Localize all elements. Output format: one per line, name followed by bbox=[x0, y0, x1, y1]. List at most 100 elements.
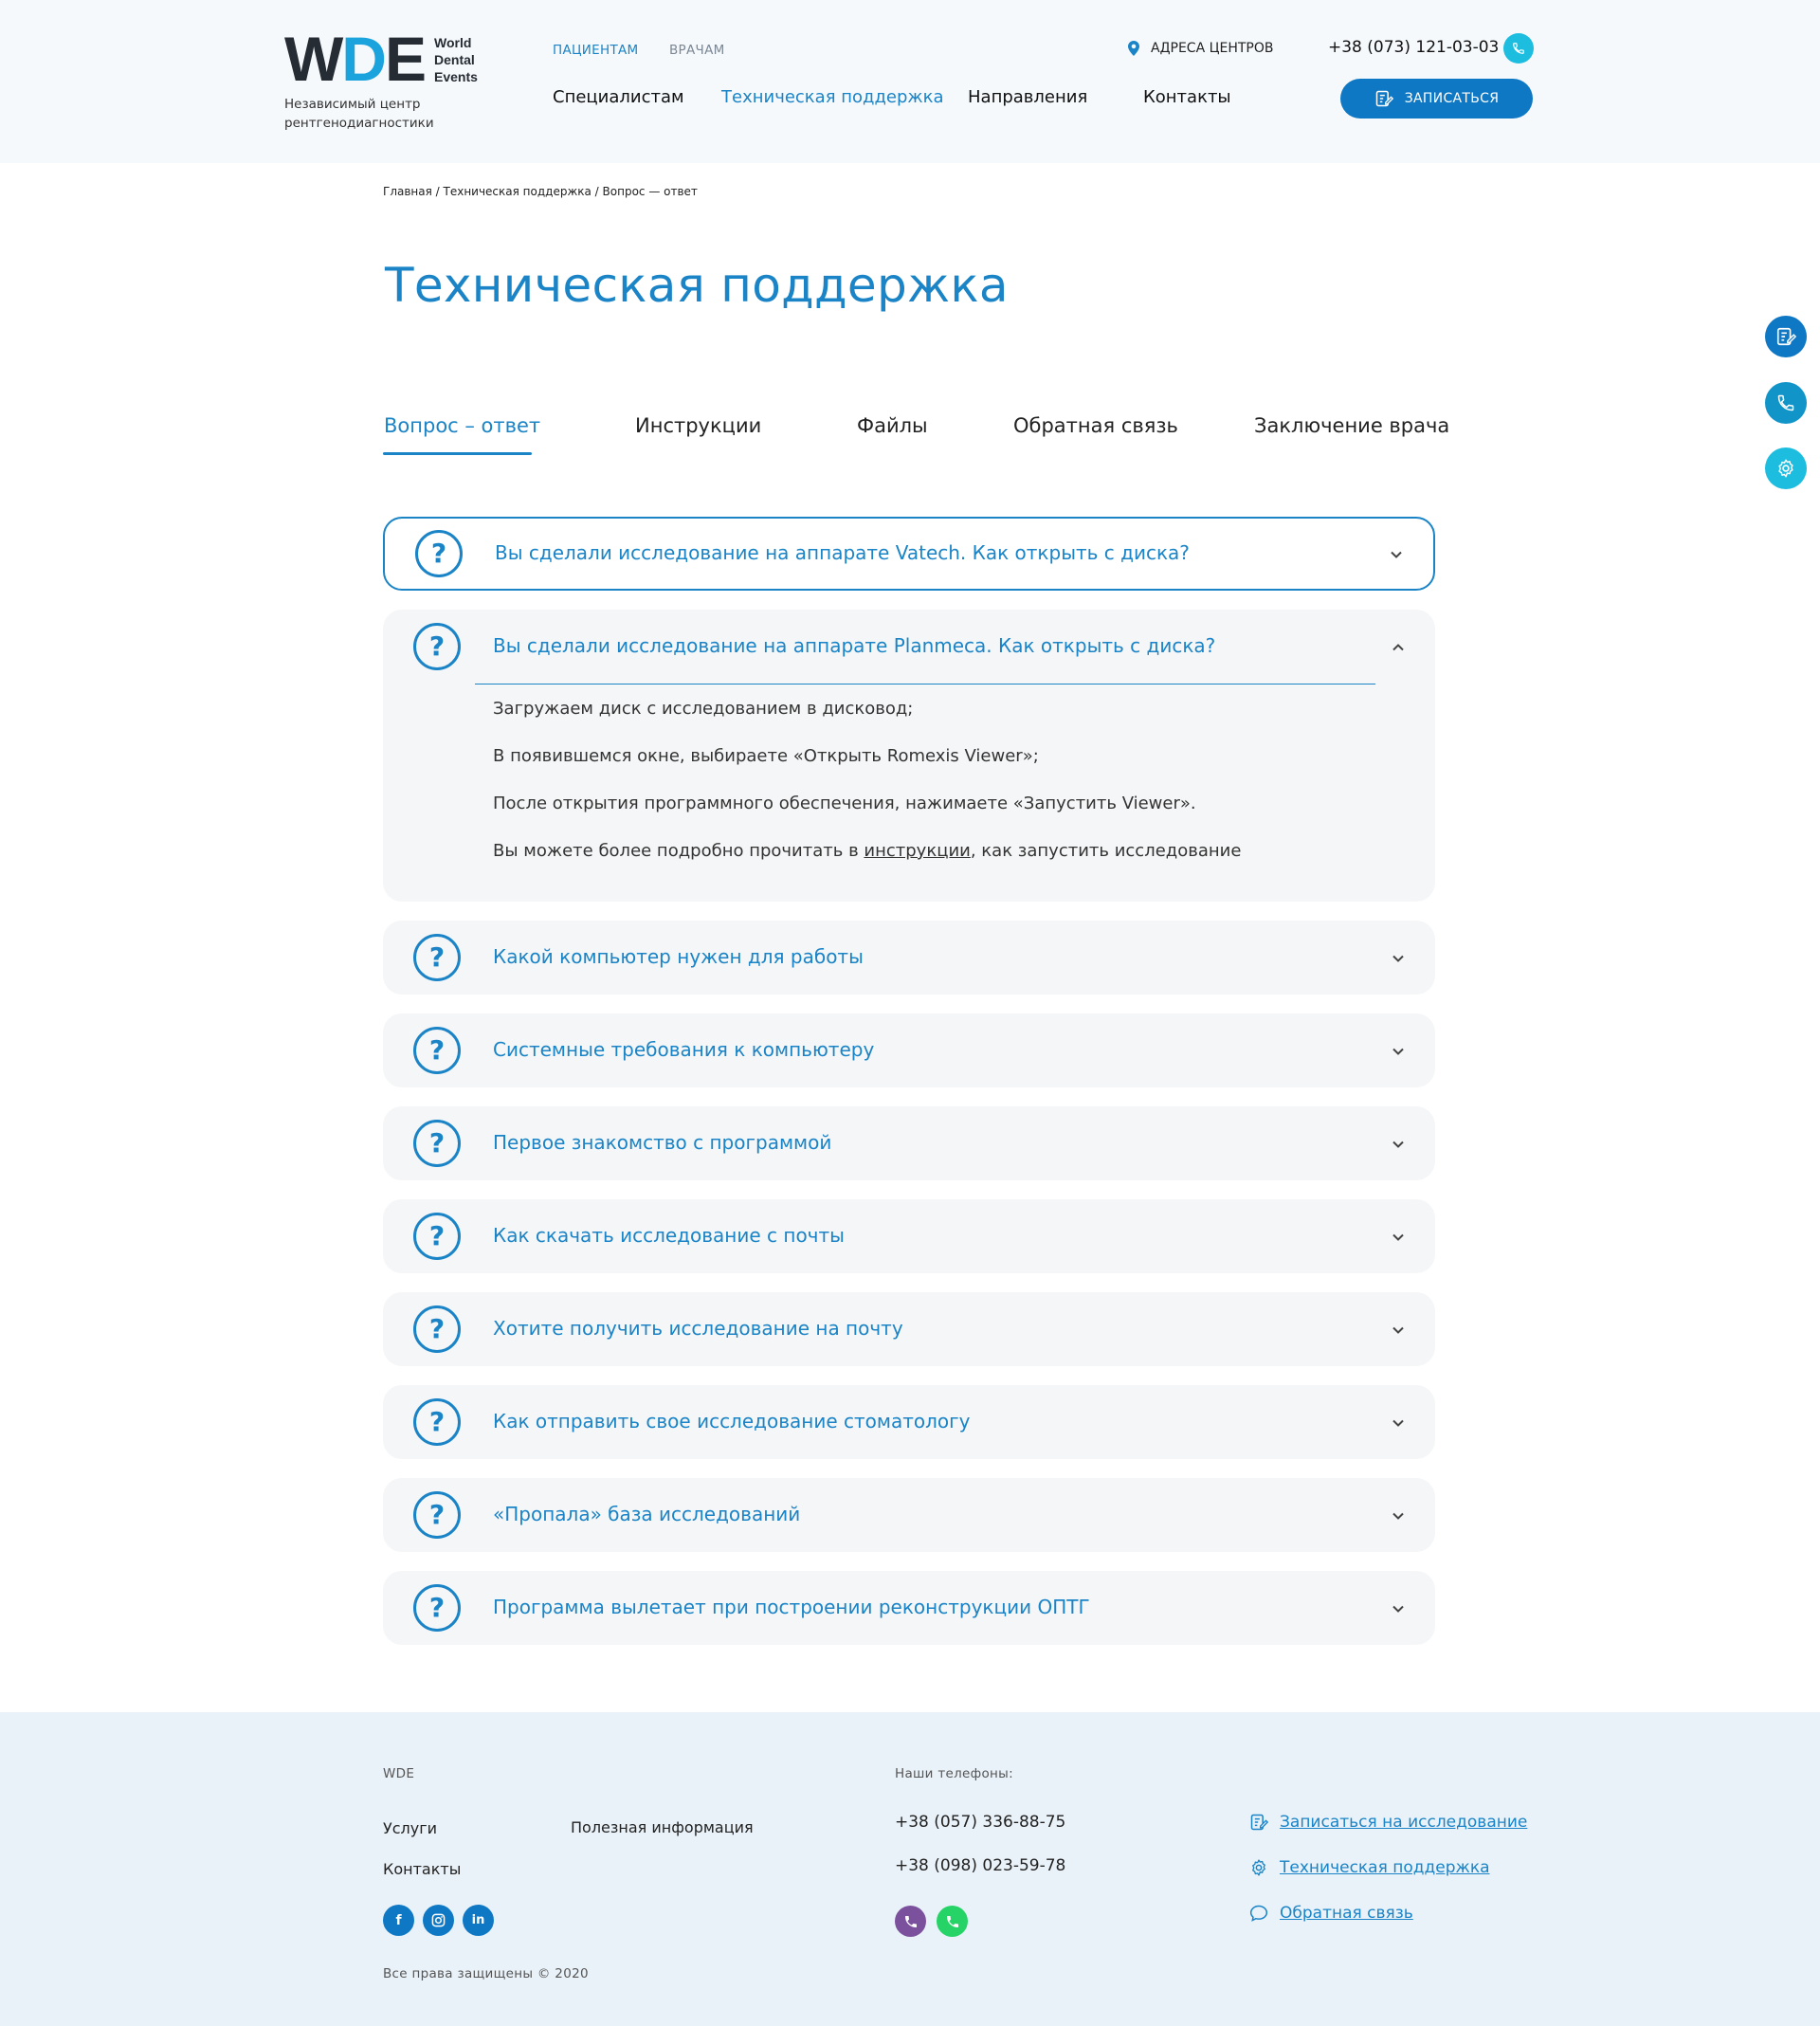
footer-link-services[interactable]: Услуги bbox=[383, 1819, 437, 1837]
instagram-glyph bbox=[431, 1913, 446, 1927]
faq-question[interactable]: Вы сделали исследование на аппарате Vate… bbox=[495, 541, 1190, 564]
phone-icon bbox=[1777, 394, 1794, 411]
breadcrumb[interactable]: Главная / Техническая поддержка / Вопрос… bbox=[383, 185, 698, 198]
tab-files[interactable]: Файлы bbox=[857, 414, 928, 437]
faq-item[interactable]: ? Программа вылетает при построении реко… bbox=[383, 1571, 1435, 1645]
instagram-icon[interactable] bbox=[423, 1905, 454, 1936]
header-phone[interactable]: +38 (073) 121-03-03 bbox=[1328, 38, 1499, 57]
faq-question[interactable]: Как отправить свое исследование стоматол… bbox=[493, 1410, 970, 1433]
addresses-label: АДРЕСА ЦЕНТРОВ bbox=[1151, 41, 1274, 56]
top-link-doctors[interactable]: ВРАЧАМ bbox=[669, 43, 725, 58]
nav-specialists[interactable]: Специалистам bbox=[553, 87, 684, 107]
viber-icon[interactable] bbox=[895, 1906, 926, 1937]
question-icon: ? bbox=[413, 623, 461, 670]
logo-letter-e: E bbox=[384, 24, 427, 94]
footer-action-support[interactable]: Техническая поддержка bbox=[1249, 1858, 1490, 1877]
faq-question[interactable]: «Пропала» база исследований bbox=[493, 1503, 800, 1525]
viber-glyph bbox=[904, 1915, 917, 1927]
copyright: Все права защищены © 2020 bbox=[383, 1966, 589, 1981]
answer-text: , как запустить исследование bbox=[970, 841, 1242, 861]
answer-text: Вы можете более подробно прочитать в bbox=[493, 841, 864, 861]
site-header: WDE World Dental Events Независимый цент… bbox=[0, 0, 1820, 163]
question-icon: ? bbox=[413, 1305, 461, 1353]
map-pin-icon bbox=[1128, 41, 1139, 56]
nav-contacts[interactable]: Контакты bbox=[1143, 87, 1231, 107]
tab-doctor-conclusion[interactable]: Заключение врача bbox=[1254, 414, 1449, 437]
page-title: Техническая поддержка bbox=[385, 258, 1009, 313]
faq-item[interactable]: ? Вы сделали исследование на аппарате Va… bbox=[383, 517, 1435, 591]
whatsapp-glyph bbox=[946, 1915, 958, 1927]
call-button[interactable] bbox=[1503, 33, 1534, 64]
faq-item[interactable]: ? Как отправить свое исследование стомат… bbox=[383, 1385, 1435, 1459]
top-link-patients[interactable]: ПАЦИЕНТАМ bbox=[553, 43, 638, 58]
answer-line: Загружаем диск с исследованием в дисково… bbox=[493, 699, 914, 719]
answer-line: Вы можете более подробно прочитать в инс… bbox=[493, 842, 1241, 861]
footer-action-signup[interactable]: Записаться на исследование bbox=[1249, 1813, 1527, 1832]
phones-label: Наши телефоны: bbox=[895, 1766, 1013, 1781]
faq-item-expanded[interactable]: ? Вы сделали исследование на аппарате Pl… bbox=[383, 610, 1435, 902]
chevron-down-icon[interactable] bbox=[1392, 1416, 1405, 1430]
footer-link-useful-info[interactable]: Полезная информация bbox=[571, 1818, 754, 1836]
linkedin-icon[interactable]: in bbox=[463, 1905, 494, 1936]
question-icon: ? bbox=[413, 1027, 461, 1074]
tab-instructions[interactable]: Инструкции bbox=[635, 414, 761, 437]
footer-link-contacts[interactable]: Контакты bbox=[383, 1860, 461, 1878]
chevron-up-icon[interactable] bbox=[1392, 641, 1405, 654]
tab-feedback[interactable]: Обратная связь bbox=[1013, 414, 1178, 437]
chevron-down-icon[interactable] bbox=[1392, 1509, 1405, 1523]
whatsapp-icon[interactable] bbox=[937, 1906, 968, 1937]
faq-question[interactable]: Системные требования к компьютеру bbox=[493, 1038, 874, 1061]
signup-button[interactable]: ЗАПИСАТЬСЯ bbox=[1340, 79, 1533, 119]
question-icon: ? bbox=[413, 934, 461, 981]
floating-call-button[interactable] bbox=[1765, 382, 1807, 424]
instructions-link[interactable]: инструкции bbox=[864, 841, 970, 861]
footer-phone[interactable]: +38 (057) 336-88-75 bbox=[895, 1813, 1065, 1832]
faq-item[interactable]: ? «Пропала» база исследований bbox=[383, 1478, 1435, 1552]
faq-item[interactable]: ? Первое знакомство с программой bbox=[383, 1106, 1435, 1180]
footer-brand: WDE bbox=[383, 1766, 415, 1781]
floating-support-button[interactable] bbox=[1765, 447, 1807, 489]
chevron-down-icon[interactable] bbox=[1392, 1138, 1405, 1151]
faq-item[interactable]: ? Системные требования к компьютеру bbox=[383, 1013, 1435, 1087]
faq-question[interactable]: Как скачать исследование с почты bbox=[493, 1224, 845, 1247]
faq-answer: Загружаем диск с исследованием в дисково… bbox=[493, 700, 1241, 889]
logo-sub-line: Dental bbox=[434, 52, 475, 67]
logo-subtitle: World Dental Events bbox=[434, 34, 478, 85]
nav-tech-support[interactable]: Техническая поддержка bbox=[721, 87, 944, 107]
chevron-down-icon[interactable] bbox=[1392, 1045, 1405, 1058]
addresses-link[interactable]: АДРЕСА ЦЕНТРОВ bbox=[1128, 41, 1273, 56]
faq-question[interactable]: Хотите получить исследование на почту bbox=[493, 1317, 903, 1340]
chevron-down-icon[interactable] bbox=[1392, 1323, 1405, 1337]
faq-question[interactable]: Первое знакомство с программой bbox=[493, 1131, 831, 1154]
question-icon: ? bbox=[413, 1213, 461, 1260]
faq-item[interactable]: ? Какой компьютер нужен для работы bbox=[383, 921, 1435, 995]
floating-signup-button[interactable] bbox=[1765, 316, 1807, 357]
logo[interactable]: WDE World Dental Events Независимый цент… bbox=[284, 27, 478, 133]
gear-icon bbox=[1778, 459, 1793, 478]
faq-item[interactable]: ? Как скачать исследование с почты bbox=[383, 1199, 1435, 1273]
footer-action-label: Техническая поддержка bbox=[1280, 1858, 1490, 1877]
faq-question[interactable]: Программа вылетает при построении реконс… bbox=[493, 1596, 1090, 1618]
nav-directions[interactable]: Направления bbox=[968, 87, 1087, 107]
facebook-icon[interactable]: f bbox=[383, 1905, 414, 1936]
question-icon: ? bbox=[413, 1491, 461, 1539]
footer-phone[interactable]: +38 (098) 023-59-78 bbox=[895, 1856, 1065, 1875]
chevron-down-icon[interactable] bbox=[1392, 952, 1405, 965]
question-icon: ? bbox=[415, 530, 463, 577]
chevron-down-icon[interactable] bbox=[1392, 1602, 1405, 1615]
edit-form-icon bbox=[1250, 1814, 1268, 1831]
tab-faq[interactable]: Вопрос – ответ bbox=[384, 414, 540, 437]
faq-question[interactable]: Вы сделали исследование на аппарате Plan… bbox=[493, 634, 1215, 657]
edit-form-icon bbox=[1776, 327, 1796, 346]
answer-line: После открытия программного обеспечения,… bbox=[493, 794, 1196, 813]
logo-letter-d: D bbox=[341, 24, 387, 94]
chevron-down-icon[interactable] bbox=[1392, 1231, 1405, 1244]
footer-action-feedback[interactable]: Обратная связь bbox=[1249, 1904, 1413, 1923]
footer-action-label: Обратная связь bbox=[1280, 1904, 1413, 1923]
edit-form-icon bbox=[1375, 90, 1393, 107]
faq-question[interactable]: Какой компьютер нужен для работы bbox=[493, 945, 864, 968]
site-footer: WDE Услуги Полезная информация Контакты … bbox=[0, 1712, 1820, 2026]
logo-sub-line: Events bbox=[434, 69, 478, 84]
faq-item[interactable]: ? Хотите получить исследование на почту bbox=[383, 1292, 1435, 1366]
chevron-down-icon[interactable] bbox=[1390, 548, 1403, 561]
